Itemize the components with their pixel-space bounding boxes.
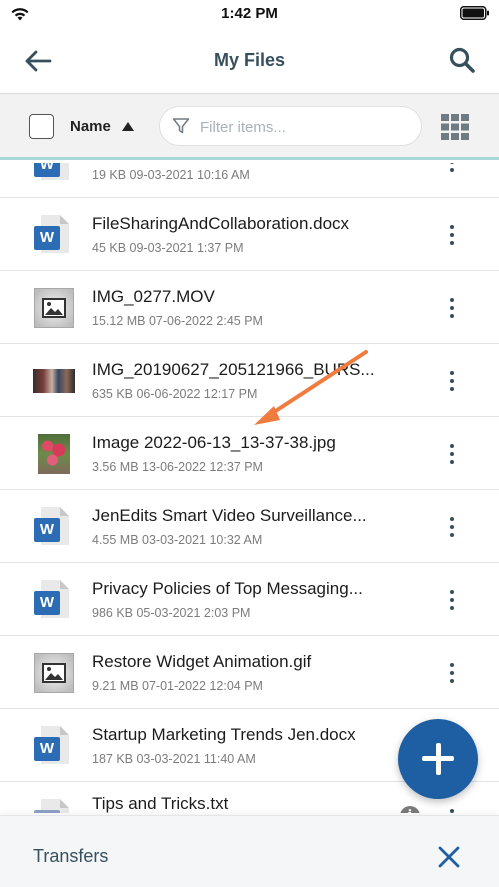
more-options-icon[interactable] [440,804,464,813]
file-meta: 4.55 MB 03-03-2021 10:32 AM [92,533,263,547]
more-options-icon[interactable] [440,220,464,250]
file-name: Tips and Tricks.txt [92,794,229,813]
info-icon[interactable]: i [400,806,420,813]
select-all-checkbox[interactable] [29,114,54,139]
filter-icon [172,118,190,134]
word-document-icon: W [34,507,74,547]
file-row[interactable]: IMG_0277.MOV 15.12 MB 07-06-2022 2:45 PM [0,271,499,344]
more-options-icon[interactable] [440,585,464,615]
filter-field[interactable] [159,106,422,146]
battery-icon [460,6,489,20]
more-options-icon[interactable] [440,658,464,688]
file-row[interactable]: W FileSharingAndCollaboration.docx 45 KB… [0,198,499,271]
file-meta: 9.21 MB 07-01-2022 12:04 PM [92,679,263,693]
status-bar: 1:42 PM [0,0,499,30]
filter-bar: Name [0,94,499,160]
word-document-icon: W [34,215,74,255]
file-meta: 635 KB 06-06-2022 12:17 PM [92,387,258,401]
photo-thumbnail [33,361,75,401]
more-options-icon[interactable] [440,512,464,542]
word-document-icon: W [34,726,74,766]
file-name: IMG_0277.MOV [92,287,215,306]
close-icon[interactable] [434,842,464,872]
file-meta: 986 KB 05-03-2021 2:03 PM [92,606,251,620]
transfers-panel[interactable]: Transfers [0,815,499,887]
more-options-icon[interactable] [440,163,464,177]
file-meta: 3.56 MB 13-06-2022 12:37 PM [92,460,263,474]
filter-input[interactable] [200,116,410,138]
status-time: 1:42 PM [221,5,278,22]
more-options-icon[interactable] [440,293,464,323]
search-icon [449,47,475,73]
file-row[interactable]: Restore Widget Animation.gif 9.21 MB 07-… [0,636,499,709]
image-placeholder-icon [34,288,74,328]
word-document-icon: W [34,580,74,620]
file-name: Startup Marketing Trends Jen.docx [92,725,356,744]
app-header: My Files [0,30,499,94]
file-meta: 45 KB 09-03-2021 1:37 PM [92,241,244,255]
grid-view-icon[interactable] [441,114,469,140]
search-button[interactable] [445,43,479,77]
file-name: Restore Widget Animation.gif [92,652,312,671]
annotation-arrow-icon [254,350,368,425]
photo-thumbnail [34,434,74,474]
file-meta: 187 KB 03-03-2021 11:40 AM [92,752,256,766]
file-row[interactable]: W 19 KB 09-03-2021 10:16 AM [0,163,499,198]
sort-ascending-icon[interactable] [122,122,134,131]
file-row[interactable]: W Privacy Policies of Top Messaging... 9… [0,563,499,636]
file-meta: 19 KB 09-03-2021 10:16 AM [92,168,250,182]
page-title: My Files [213,50,286,70]
file-name: FileSharingAndCollaboration.docx [92,214,350,233]
word-document-icon: W [34,163,74,182]
file-name: JenEdits Smart Video Surveillance... [92,506,367,525]
transfers-label: Transfers [33,846,109,866]
file-list[interactable]: W 19 KB 09-03-2021 10:16 AM W FileSharin… [0,163,499,813]
file-name: Privacy Policies of Top Messaging... [92,579,363,598]
more-options-icon[interactable] [440,439,464,469]
add-button[interactable] [398,719,478,799]
more-options-icon[interactable] [440,366,464,396]
image-placeholder-icon [34,653,74,693]
file-meta: 15.12 MB 07-06-2022 2:45 PM [92,314,263,328]
text-document-icon [34,799,74,813]
sort-by-name-button[interactable]: Name [70,118,111,135]
file-row[interactable]: W JenEdits Smart Video Surveillance... 4… [0,490,499,563]
